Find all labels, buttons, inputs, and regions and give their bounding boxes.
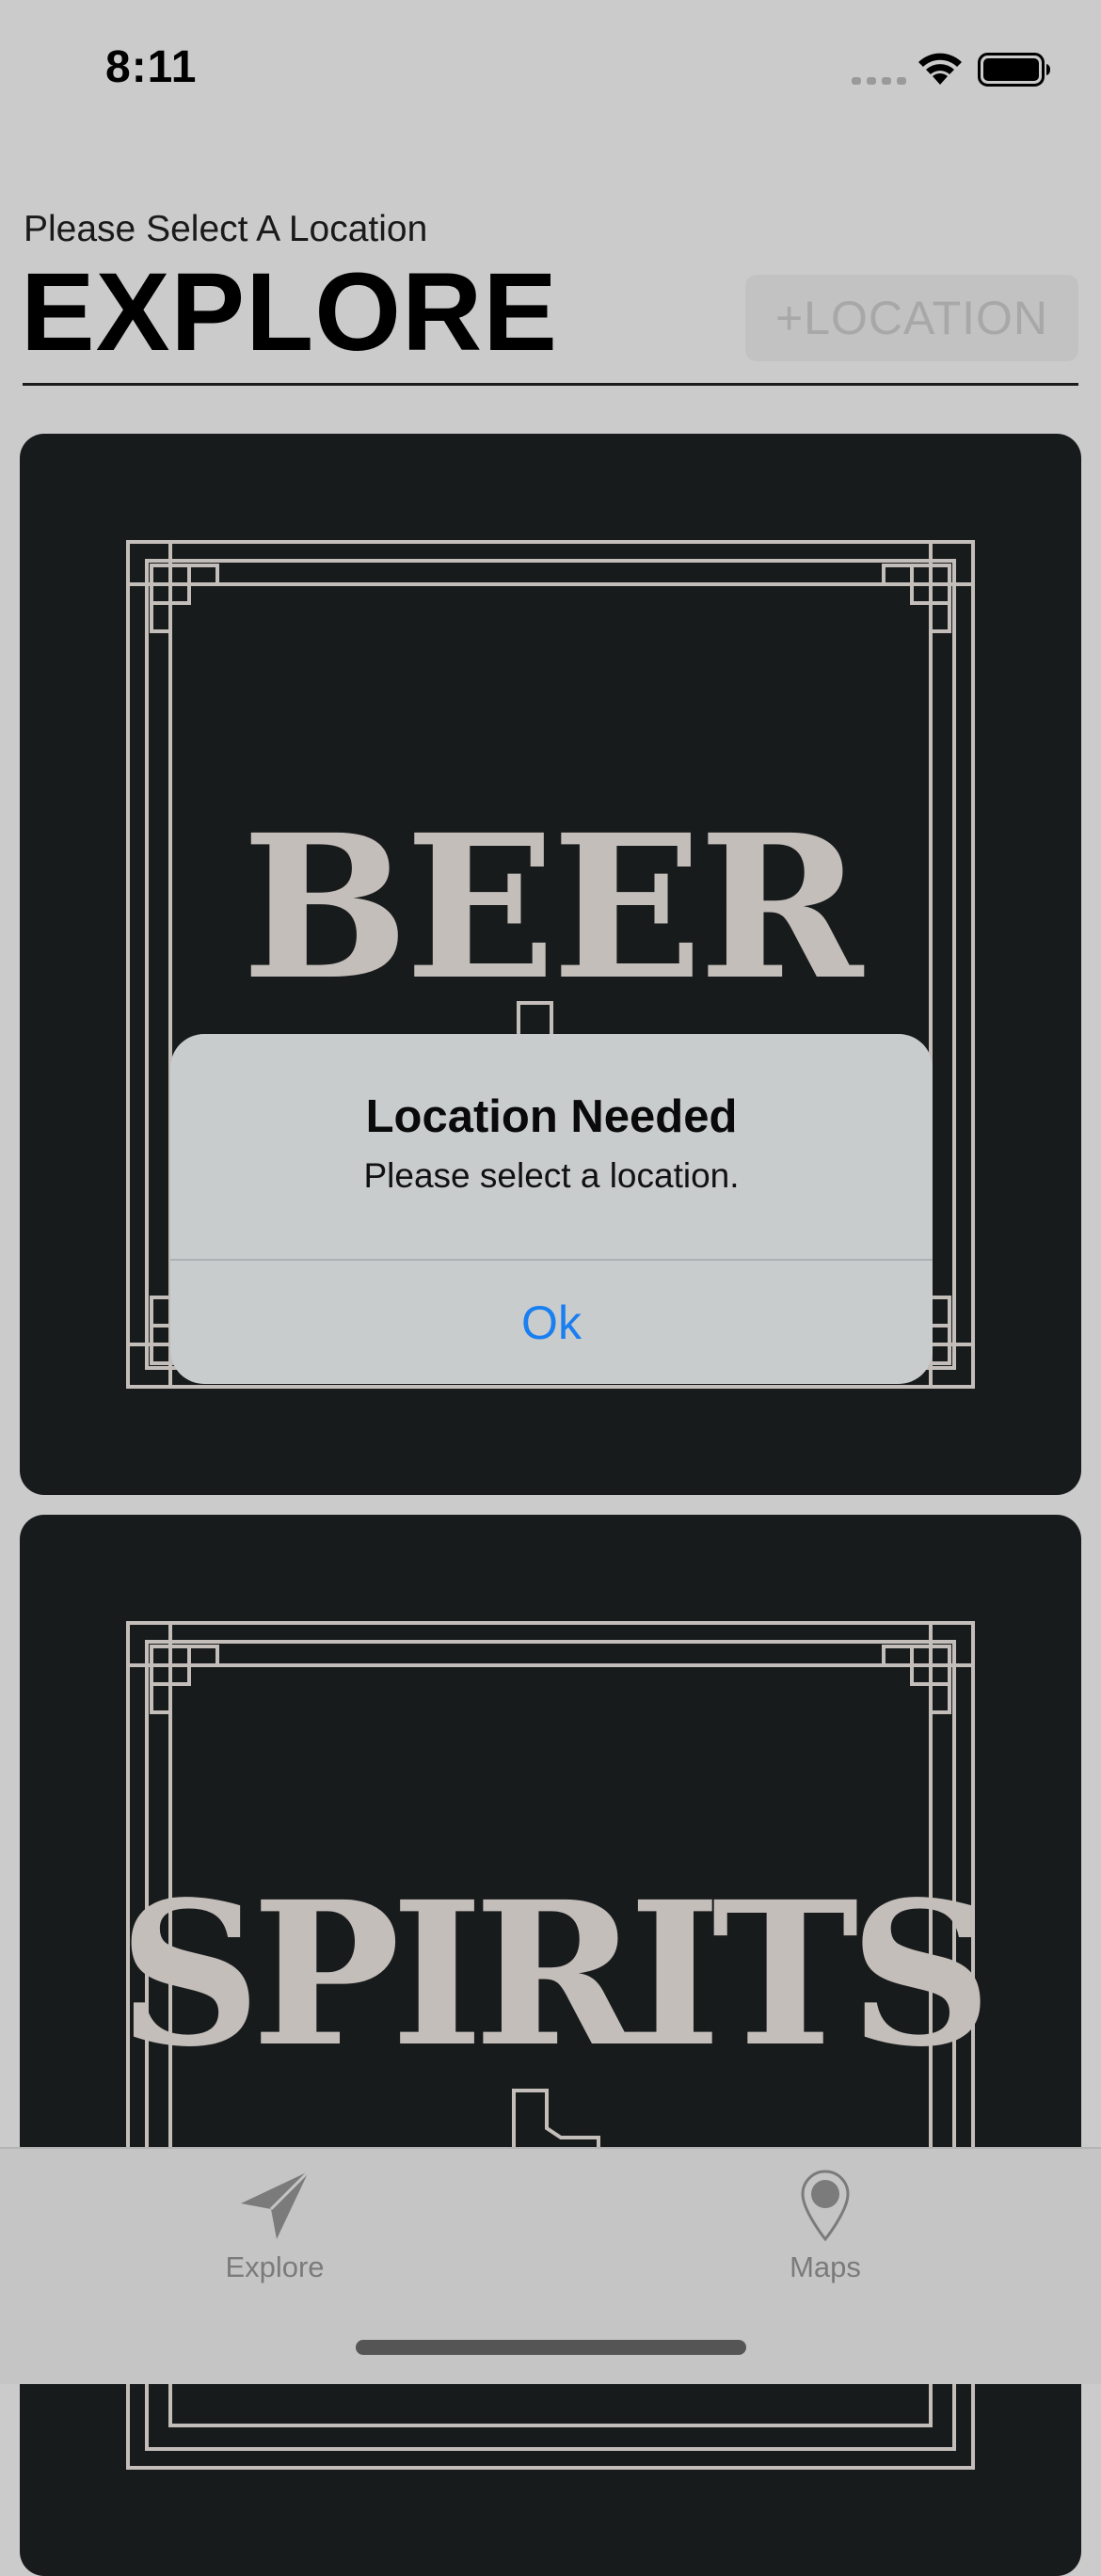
ok-button[interactable]: Ok	[170, 1261, 933, 1384]
alert-title: Location Needed	[365, 1091, 738, 1142]
alert-message: Please select a location.	[363, 1156, 740, 1195]
location-needed-alert: Location Needed Please select a location…	[170, 1034, 933, 1384]
